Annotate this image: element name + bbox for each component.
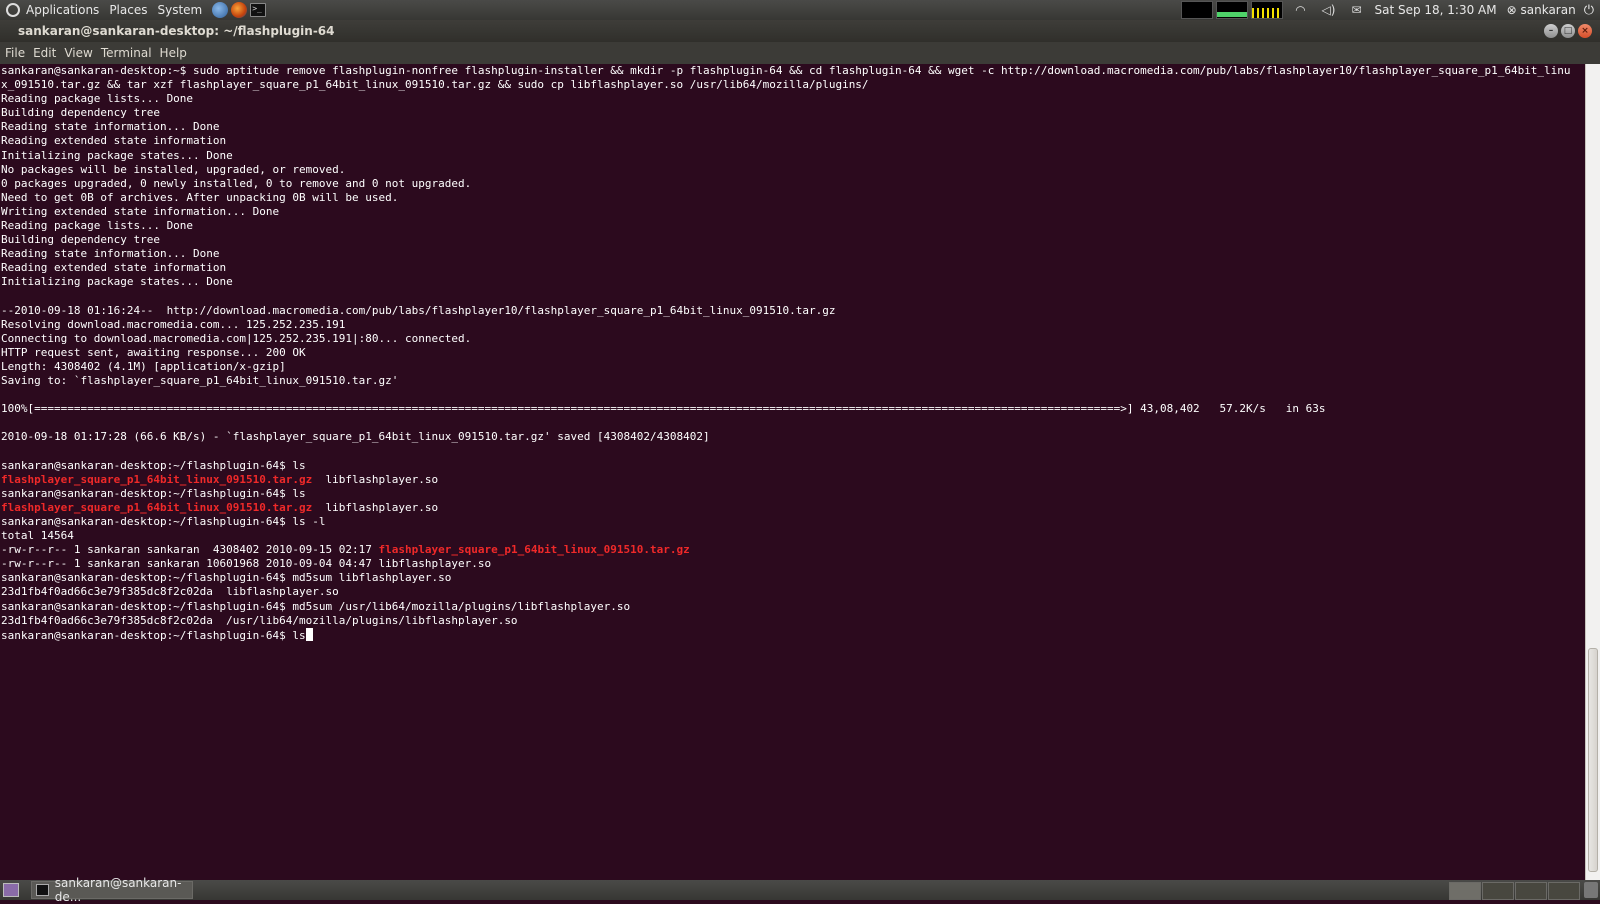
text-cursor — [305, 627, 313, 641]
memory-monitor[interactable] — [1216, 1, 1249, 19]
terminal-scrollbar[interactable] — [1585, 64, 1600, 880]
menu-view[interactable]: View — [64, 46, 92, 60]
terminal-line: Reading package lists... Done — [1, 92, 194, 106]
terminal-line: Building dependency tree — [1, 233, 160, 247]
user-switcher[interactable]: ⊗ sankaran — [1507, 3, 1576, 17]
current-prompt: sankaran@sankaran-desktop:~/flashplugin-… — [1, 628, 306, 642]
terminal-line: Length: 4308402 (4.1M) [application/x-gz… — [1, 359, 286, 373]
taskbar-terminal-button[interactable]: sankaran@sankaran-de... — [31, 876, 193, 904]
lsl-row: -rw-r--r-- 1 sankaran sankaran 4308402 2… — [1, 543, 1585, 557]
terminal-line: total 14564 — [1, 529, 74, 543]
help-icon[interactable] — [212, 2, 229, 18]
scrollbar-thumb[interactable] — [1588, 648, 1598, 872]
menu-edit[interactable]: Edit — [33, 46, 56, 60]
places-menu[interactable]: Places — [109, 3, 147, 17]
terminal-line: 23d1fb4f0ad66c3e79f385dc8f2c02da /usr/li… — [1, 613, 518, 627]
terminal-line: Building dependency tree — [1, 106, 160, 120]
terminal-line: HTTP request sent, awaiting response... … — [1, 345, 306, 359]
terminal-line: 2010-09-18 01:17:28 (66.6 KB/s) - `flash… — [1, 430, 710, 444]
menu-file[interactable]: File — [5, 46, 25, 60]
window-controls: – □ × — [1541, 24, 1592, 38]
terminal-line: Saving to: `flashplayer_square_p1_64bit_… — [1, 374, 399, 388]
terminal-line: Initializing package states... Done — [1, 148, 233, 162]
user-name: sankaran — [1520, 3, 1576, 17]
workspace-2[interactable] — [1482, 882, 1514, 900]
cpu-monitor[interactable] — [1181, 1, 1214, 19]
top-panel: Applications Places System >_ ◠ ◁) ✉ Sat… — [0, 0, 1600, 20]
terminal-line: Need to get 0B of archives. After unpack… — [1, 190, 399, 204]
terminal-icon — [36, 884, 49, 896]
close-button[interactable]: × — [1578, 24, 1592, 38]
mail-icon[interactable]: ✉ — [1348, 3, 1364, 17]
firefox-icon[interactable] — [231, 2, 248, 18]
lsl-row: -rw-r--r-- 1 sankaran sankaran 10601968 … — [1, 557, 492, 571]
power-icon[interactable]: ⏻ — [1584, 3, 1594, 18]
trash-icon[interactable] — [1584, 882, 1598, 898]
workspace-3[interactable] — [1515, 882, 1547, 900]
terminal-line: x_091510.tar.gz && tar xzf flashplayer_s… — [1, 78, 869, 92]
terminal-line: Resolving download.macromedia.com... 125… — [1, 317, 346, 331]
window-title: sankaran@sankaran-desktop: ~/flashplugin… — [18, 24, 335, 38]
maximize-button[interactable]: □ — [1561, 24, 1575, 38]
terminal-line: sankaran@sankaran-desktop:~/flashplugin-… — [1, 599, 631, 613]
panel-tray: ◠ ◁) ✉ Sat Sep 18, 1:30 AM ⊗ sankaran ⏻ — [1181, 0, 1600, 20]
archive-filename: flashplayer_square_p1_64bit_linux_091510… — [1, 472, 313, 486]
window-titlebar[interactable]: sankaran@sankaran-desktop: ~/flashplugin… — [0, 20, 1600, 42]
terminal-line: sankaran@sankaran-desktop:~/flashplugin-… — [1, 458, 306, 472]
clock[interactable]: Sat Sep 18, 1:30 AM — [1374, 3, 1496, 17]
terminal-line: sankaran@sankaran-desktop:~/flashplugin-… — [1, 515, 326, 528]
terminal-area[interactable]: sankaran@sankaran-desktop:~$ sudo aptitu… — [0, 64, 1585, 880]
menu-help[interactable]: Help — [160, 46, 187, 60]
lsl-row-prefix: -rw-r--r-- 1 sankaran sankaran 4308402 2… — [1, 543, 379, 557]
terminal-line: Writing extended state information... Do… — [1, 204, 280, 218]
show-desktop-icon[interactable] — [3, 883, 19, 897]
terminal-line: 100%[===================================… — [1, 402, 1326, 416]
terminal-line: Reading extended state information — [1, 134, 227, 148]
system-menu[interactable]: System — [157, 3, 202, 17]
panel-menus: Applications Places System >_ — [0, 0, 269, 20]
minimize-button[interactable]: – — [1544, 24, 1558, 38]
applications-menu[interactable]: Applications — [26, 3, 99, 17]
terminal-output: sankaran@sankaran-desktop:~$ sudo aptitu… — [0, 64, 1585, 642]
ls-output-line: flashplayer_square_p1_64bit_linux_091510… — [1, 501, 1585, 515]
ls-output-line: flashplayer_square_p1_64bit_linux_091510… — [1, 473, 1585, 487]
workspace-4[interactable] — [1548, 882, 1580, 900]
terminal-line: sankaran@sankaran-desktop:~$ sudo aptitu… — [1, 64, 1571, 77]
terminal-line: No packages will be installed, upgraded,… — [1, 162, 346, 176]
terminal-line: 23d1fb4f0ad66c3e79f385dc8f2c02da libflas… — [1, 585, 339, 599]
terminal-line: Connecting to download.macromedia.com|12… — [1, 331, 472, 345]
archive-filename: flashplayer_square_p1_64bit_linux_091510… — [1, 500, 313, 514]
wifi-icon[interactable]: ◠ — [1292, 3, 1308, 17]
terminal-icon[interactable]: >_ — [250, 3, 267, 17]
menu-terminal[interactable]: Terminal — [101, 46, 152, 60]
terminal-line: Reading state information... Done — [1, 247, 220, 261]
network-monitor[interactable] — [1251, 1, 1284, 19]
terminal-line: Initializing package states... Done — [1, 275, 233, 289]
current-prompt-line[interactable]: sankaran@sankaran-desktop:~/flashplugin-… — [1, 627, 1585, 642]
terminal-line: sankaran@sankaran-desktop:~/flashplugin-… — [1, 486, 306, 500]
terminal-line: 0 packages upgraded, 0 newly installed, … — [1, 176, 472, 190]
workspace-1[interactable] — [1449, 882, 1481, 900]
terminal-line: --2010-09-18 01:16:24-- http://download.… — [1, 303, 836, 317]
ubuntu-logo-icon[interactable] — [6, 3, 20, 17]
archive-filename: flashplayer_square_p1_64bit_linux_091510… — [378, 543, 690, 557]
volume-icon[interactable]: ◁) — [1320, 3, 1336, 17]
bottom-panel: sankaran@sankaran-de... — [0, 876, 1600, 904]
terminal-line: Reading package lists... Done — [1, 219, 194, 233]
lib-filename: libflashplayer.so — [312, 472, 439, 486]
menubar: File Edit View Terminal Help — [0, 42, 1600, 64]
workspace-switcher — [1448, 882, 1580, 900]
terminal-line: Reading extended state information — [1, 261, 227, 275]
terminal-line: sankaran@sankaran-desktop:~/flashplugin-… — [1, 571, 452, 585]
lib-filename: libflashplayer.so — [312, 500, 439, 514]
terminal-line: Reading state information... Done — [1, 120, 220, 134]
